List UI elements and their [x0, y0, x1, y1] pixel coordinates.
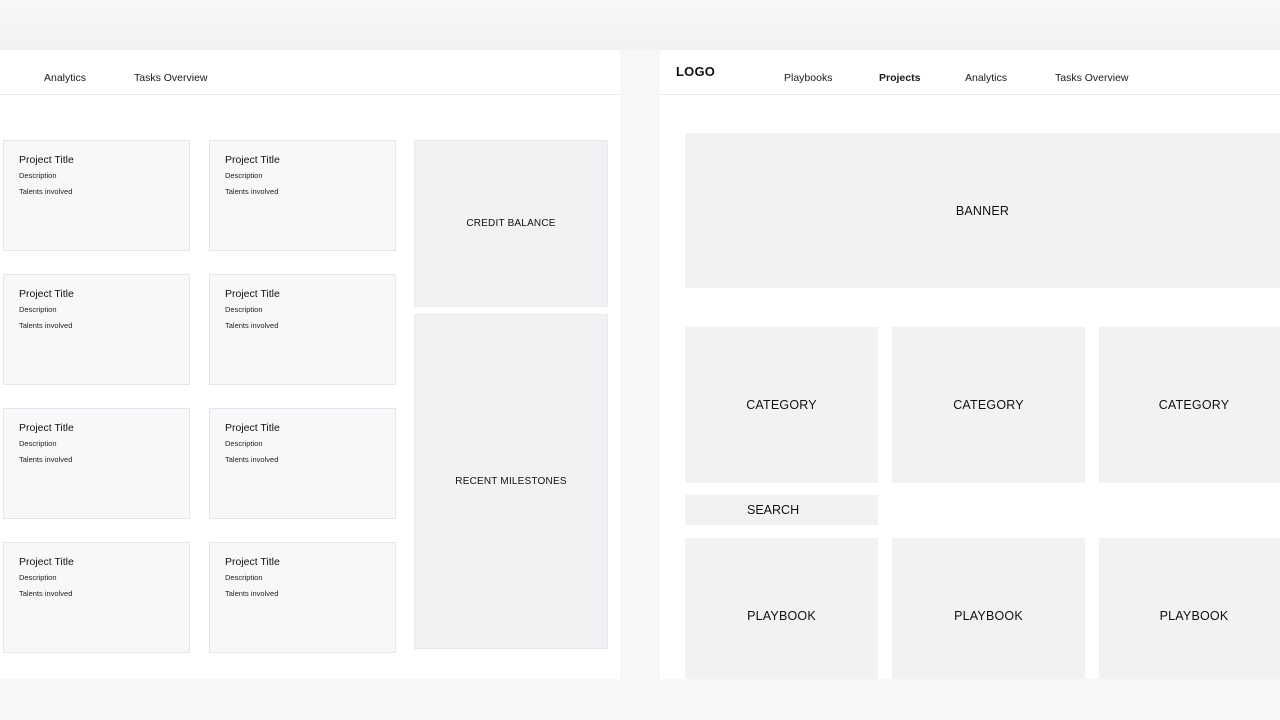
- page-background: [0, 0, 1280, 50]
- top-navbar: LOGO Playbooks Projects Analytics Tasks …: [660, 50, 1280, 95]
- project-card[interactable]: Project Title Description Talents involv…: [3, 542, 190, 653]
- recent-milestones-panel[interactable]: RECENT MILESTONES: [414, 314, 608, 649]
- playbook-label: PLAYBOOK: [1159, 609, 1229, 623]
- project-talents: Talents involved: [19, 589, 73, 598]
- nav-item-projects[interactable]: Projects: [879, 72, 920, 84]
- project-card[interactable]: Project Title Description Talents involv…: [3, 274, 190, 385]
- recent-milestones-label: RECENT MILESTONES: [455, 476, 567, 487]
- search-label: SEARCH: [747, 503, 800, 517]
- project-title: Project Title: [19, 288, 74, 300]
- project-card[interactable]: Project Title Description Talents involv…: [209, 274, 396, 385]
- playbook-label: PLAYBOOK: [747, 609, 816, 623]
- credit-balance-label: CREDIT BALANCE: [466, 218, 556, 229]
- nav-item-playbooks[interactable]: Playbooks: [784, 72, 832, 84]
- search-bar[interactable]: SEARCH: [685, 495, 878, 525]
- project-description: Description: [19, 171, 57, 180]
- credit-balance-panel[interactable]: CREDIT BALANCE: [414, 140, 608, 307]
- project-talents: Talents involved: [19, 321, 73, 330]
- category-tile[interactable]: CATEGORY: [892, 327, 1085, 483]
- project-title: Project Title: [225, 556, 280, 568]
- project-talents: Talents involved: [19, 187, 73, 196]
- playbooks-wireframe: LOGO Playbooks Projects Analytics Tasks …: [660, 49, 1280, 679]
- category-tile[interactable]: CATEGORY: [685, 327, 878, 483]
- project-title: Project Title: [225, 422, 280, 434]
- project-description: Description: [19, 573, 57, 582]
- project-talents: Talents involved: [225, 321, 279, 330]
- project-talents: Talents involved: [225, 589, 279, 598]
- dashboard-wireframe: Analytics Tasks Overview Project Title D…: [0, 49, 620, 679]
- banner[interactable]: BANNER: [685, 133, 1280, 288]
- playbook-tile[interactable]: PLAYBOOK: [892, 538, 1085, 679]
- project-title: Project Title: [225, 288, 280, 300]
- project-card[interactable]: Project Title Description Talents involv…: [209, 408, 396, 519]
- project-title: Project Title: [225, 154, 280, 166]
- project-title: Project Title: [19, 422, 74, 434]
- logo[interactable]: LOGO: [676, 64, 715, 79]
- project-card[interactable]: Project Title Description Talents involv…: [3, 408, 190, 519]
- project-description: Description: [225, 439, 263, 448]
- project-talents: Talents involved: [225, 187, 279, 196]
- project-description: Description: [19, 305, 57, 314]
- category-label: CATEGORY: [746, 398, 817, 412]
- category-label: CATEGORY: [1158, 398, 1230, 412]
- project-title: Project Title: [19, 556, 74, 568]
- project-description: Description: [225, 171, 263, 180]
- category-label: CATEGORY: [953, 398, 1024, 412]
- nav-item-tasks-overview[interactable]: Tasks Overview: [1055, 72, 1129, 84]
- project-talents: Talents involved: [225, 455, 279, 464]
- banner-label: BANNER: [955, 203, 1010, 218]
- top-navbar: Analytics Tasks Overview: [0, 50, 620, 95]
- playbook-label: PLAYBOOK: [954, 609, 1023, 623]
- project-card[interactable]: Project Title Description Talents involv…: [3, 140, 190, 251]
- project-description: Description: [19, 439, 57, 448]
- project-card[interactable]: Project Title Description Talents involv…: [209, 542, 396, 653]
- project-description: Description: [225, 305, 263, 314]
- playbook-tile[interactable]: PLAYBOOK: [1099, 538, 1280, 679]
- nav-item-analytics[interactable]: Analytics: [44, 72, 86, 84]
- project-description: Description: [225, 573, 263, 582]
- project-talents: Talents involved: [19, 455, 73, 464]
- playbook-tile[interactable]: PLAYBOOK: [685, 538, 878, 679]
- nav-item-tasks-overview[interactable]: Tasks Overview: [134, 72, 208, 84]
- nav-item-analytics[interactable]: Analytics: [965, 72, 1007, 84]
- project-card[interactable]: Project Title Description Talents involv…: [209, 140, 396, 251]
- page-bottom-margin: [0, 679, 1280, 720]
- project-title: Project Title: [19, 154, 74, 166]
- category-tile[interactable]: CATEGORY: [1099, 327, 1280, 483]
